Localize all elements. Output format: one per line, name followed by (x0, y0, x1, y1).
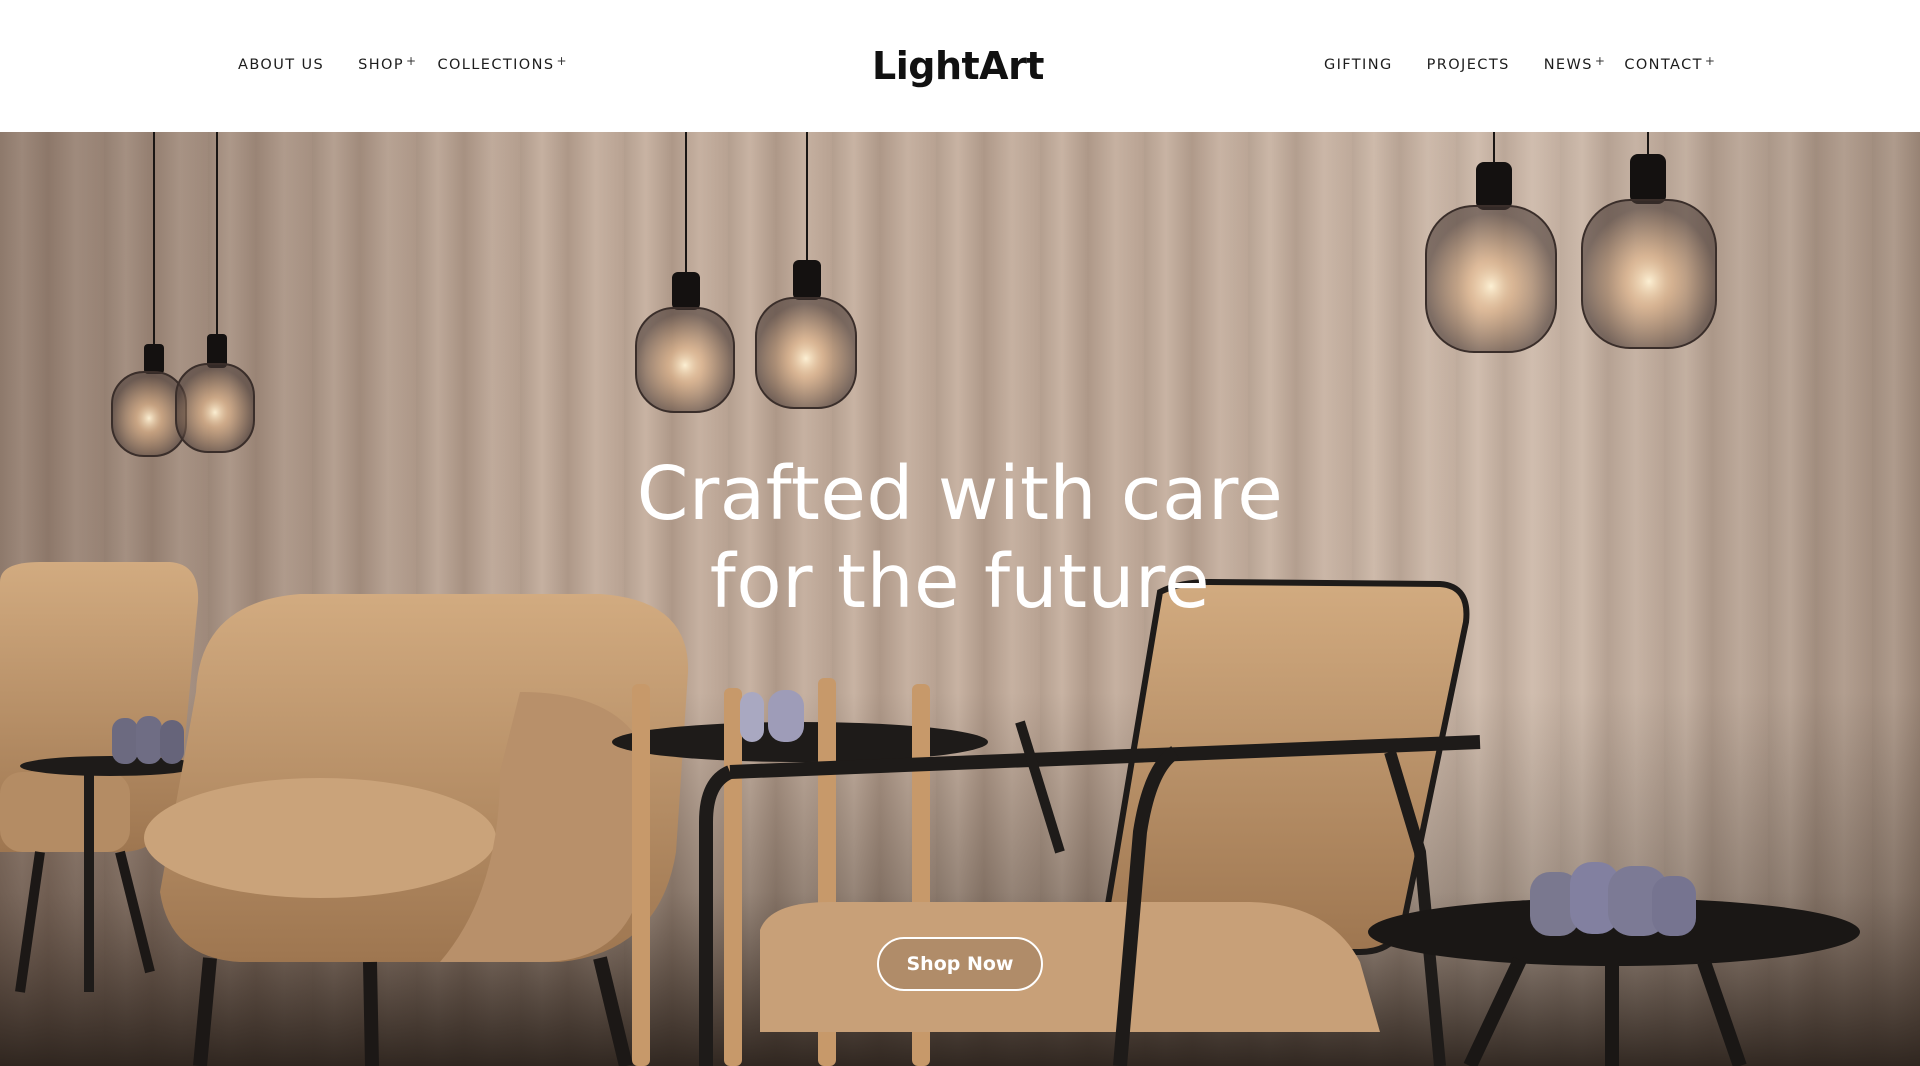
nav-item-contact[interactable]: CONTACT + (1624, 55, 1716, 75)
pendant-lamp-group-center (635, 132, 857, 413)
primary-nav-left: ABOUT US SHOP + COLLECTIONS + (238, 55, 568, 75)
nav-label: CONTACT (1624, 57, 1703, 73)
nav-label: ABOUT US (238, 57, 325, 73)
nav-label: NEWS (1543, 57, 1593, 73)
nav-label: GIFTING (1324, 57, 1393, 73)
pendant-lamp-group-right (1425, 132, 1717, 353)
plus-icon: + (556, 54, 568, 68)
nav-item-projects[interactable]: PROJECTS (1427, 55, 1510, 75)
plus-icon: + (406, 54, 418, 68)
primary-nav-right: GIFTING PROJECTS NEWS + CONTACT + (1324, 55, 1716, 75)
shop-now-button[interactable]: Shop Now (877, 937, 1043, 991)
plus-icon: + (1594, 54, 1607, 68)
hero-heading-line-2: for the future (709, 539, 1211, 625)
plus-icon: + (1704, 54, 1717, 68)
hero-heading-line-1: Crafted with care (636, 451, 1284, 537)
hero-heading: Crafted with care for the future (0, 450, 1920, 626)
nav-item-news[interactable]: NEWS + (1544, 55, 1607, 75)
hero-banner: Crafted with care for the future Shop No… (0, 132, 1920, 1066)
nav-label: PROJECTS (1426, 57, 1510, 73)
nav-item-about-us[interactable]: ABOUT US (238, 55, 324, 75)
site-logo[interactable]: LightArt (872, 44, 1044, 88)
nav-label: SHOP (358, 57, 404, 73)
nav-label: COLLECTIONS (437, 57, 555, 73)
pendant-lamp-group-left (111, 132, 255, 457)
site-header: ABOUT US SHOP + COLLECTIONS + LightArt G… (0, 0, 1920, 132)
nav-item-gifting[interactable]: GIFTING (1324, 55, 1393, 75)
nav-item-shop[interactable]: SHOP + (358, 55, 417, 75)
nav-item-collections[interactable]: COLLECTIONS + (437, 55, 567, 75)
